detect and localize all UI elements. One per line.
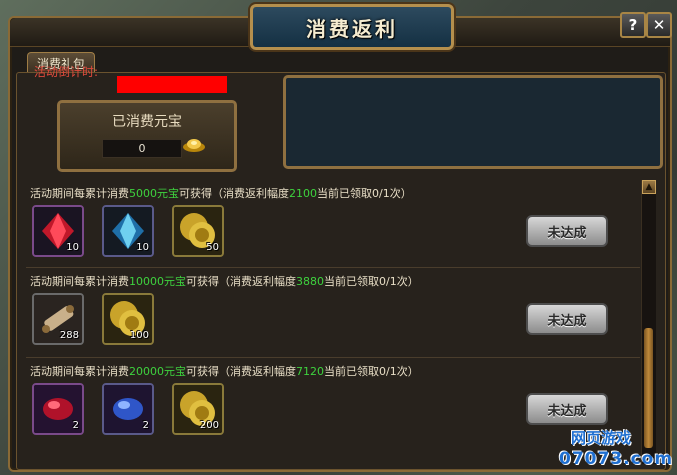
not-achieved-button[interactable]: 未达成 <box>526 303 608 335</box>
watermark-logo: 网页游戏 07073.com <box>559 427 672 471</box>
item-quantity: 2 <box>142 420 149 431</box>
reward-row: 活动期间每累计消费5000元宝可获得（消费返利幅度2100当前已领取0/1次） … <box>26 175 640 267</box>
close-button[interactable]: ✕ <box>646 12 672 38</box>
reward-item-gold-coins[interactable]: 200 <box>172 383 224 435</box>
consumed-ingot-box: 已消费元宝 0 <box>57 100 237 172</box>
watermark-line1: 网页游戏 <box>571 429 632 447</box>
window-title: 消费返利 <box>306 16 398 41</box>
reward-row-title: 活动期间每累计消费20000元宝可获得（消费返利幅度7120当前已领取0/1次） <box>30 365 419 378</box>
consumed-label: 已消费元宝 <box>112 114 182 130</box>
countdown-label: 活动倒计时: <box>34 65 99 79</box>
reward-item-blue-gem[interactable]: 10 <box>102 205 154 257</box>
item-quantity: 50 <box>206 242 219 253</box>
item-quantity: 2 <box>72 420 79 431</box>
gold-ingot-icon <box>183 139 205 152</box>
reward-item-red-gem[interactable]: 10 <box>32 205 84 257</box>
not-achieved-button[interactable]: 未达成 <box>526 393 608 425</box>
not-achieved-button[interactable]: 未达成 <box>526 215 608 247</box>
item-quantity: 10 <box>66 242 79 253</box>
reward-item-scroll[interactable]: 288 <box>32 293 84 345</box>
help-button[interactable]: ? <box>620 12 646 38</box>
item-quantity: 200 <box>199 420 219 431</box>
reward-row: 活动期间每累计消费10000元宝可获得（消费返利幅度3880当前已领取0/1次）… <box>26 267 640 357</box>
scroll-up-button[interactable]: ▲ <box>642 180 656 194</box>
reward-row-title: 活动期间每累计消费10000元宝可获得（消费返利幅度3880当前已领取0/1次） <box>30 275 419 288</box>
reward-row: 活动期间每累计消费20000元宝可获得（消费返利幅度7120当前已领取0/1次）… <box>26 357 640 457</box>
description-box <box>283 75 663 169</box>
countdown-value-bar <box>117 76 227 93</box>
reward-item-red-oval-gem[interactable]: 2 <box>32 383 84 435</box>
reward-item-gold-coins[interactable]: 50 <box>172 205 224 257</box>
item-quantity: 100 <box>129 330 149 341</box>
list-scrollbar[interactable]: ▲ <box>641 180 656 464</box>
watermark-line2: 07073.com <box>559 449 674 469</box>
item-quantity: 288 <box>59 330 79 341</box>
reward-item-gold-coins[interactable]: 100 <box>102 293 154 345</box>
item-quantity: 10 <box>136 242 149 253</box>
title-plaque: 消费返利 <box>250 4 454 50</box>
reward-item-blue-oval-gem[interactable]: 2 <box>102 383 154 435</box>
reward-list: 活动期间每累计消费5000元宝可获得（消费返利幅度2100当前已领取0/1次） … <box>26 175 640 465</box>
reward-row-title: 活动期间每累计消费5000元宝可获得（消费返利幅度2100当前已领取0/1次） <box>30 187 412 200</box>
consumed-value: 0 <box>102 139 182 158</box>
